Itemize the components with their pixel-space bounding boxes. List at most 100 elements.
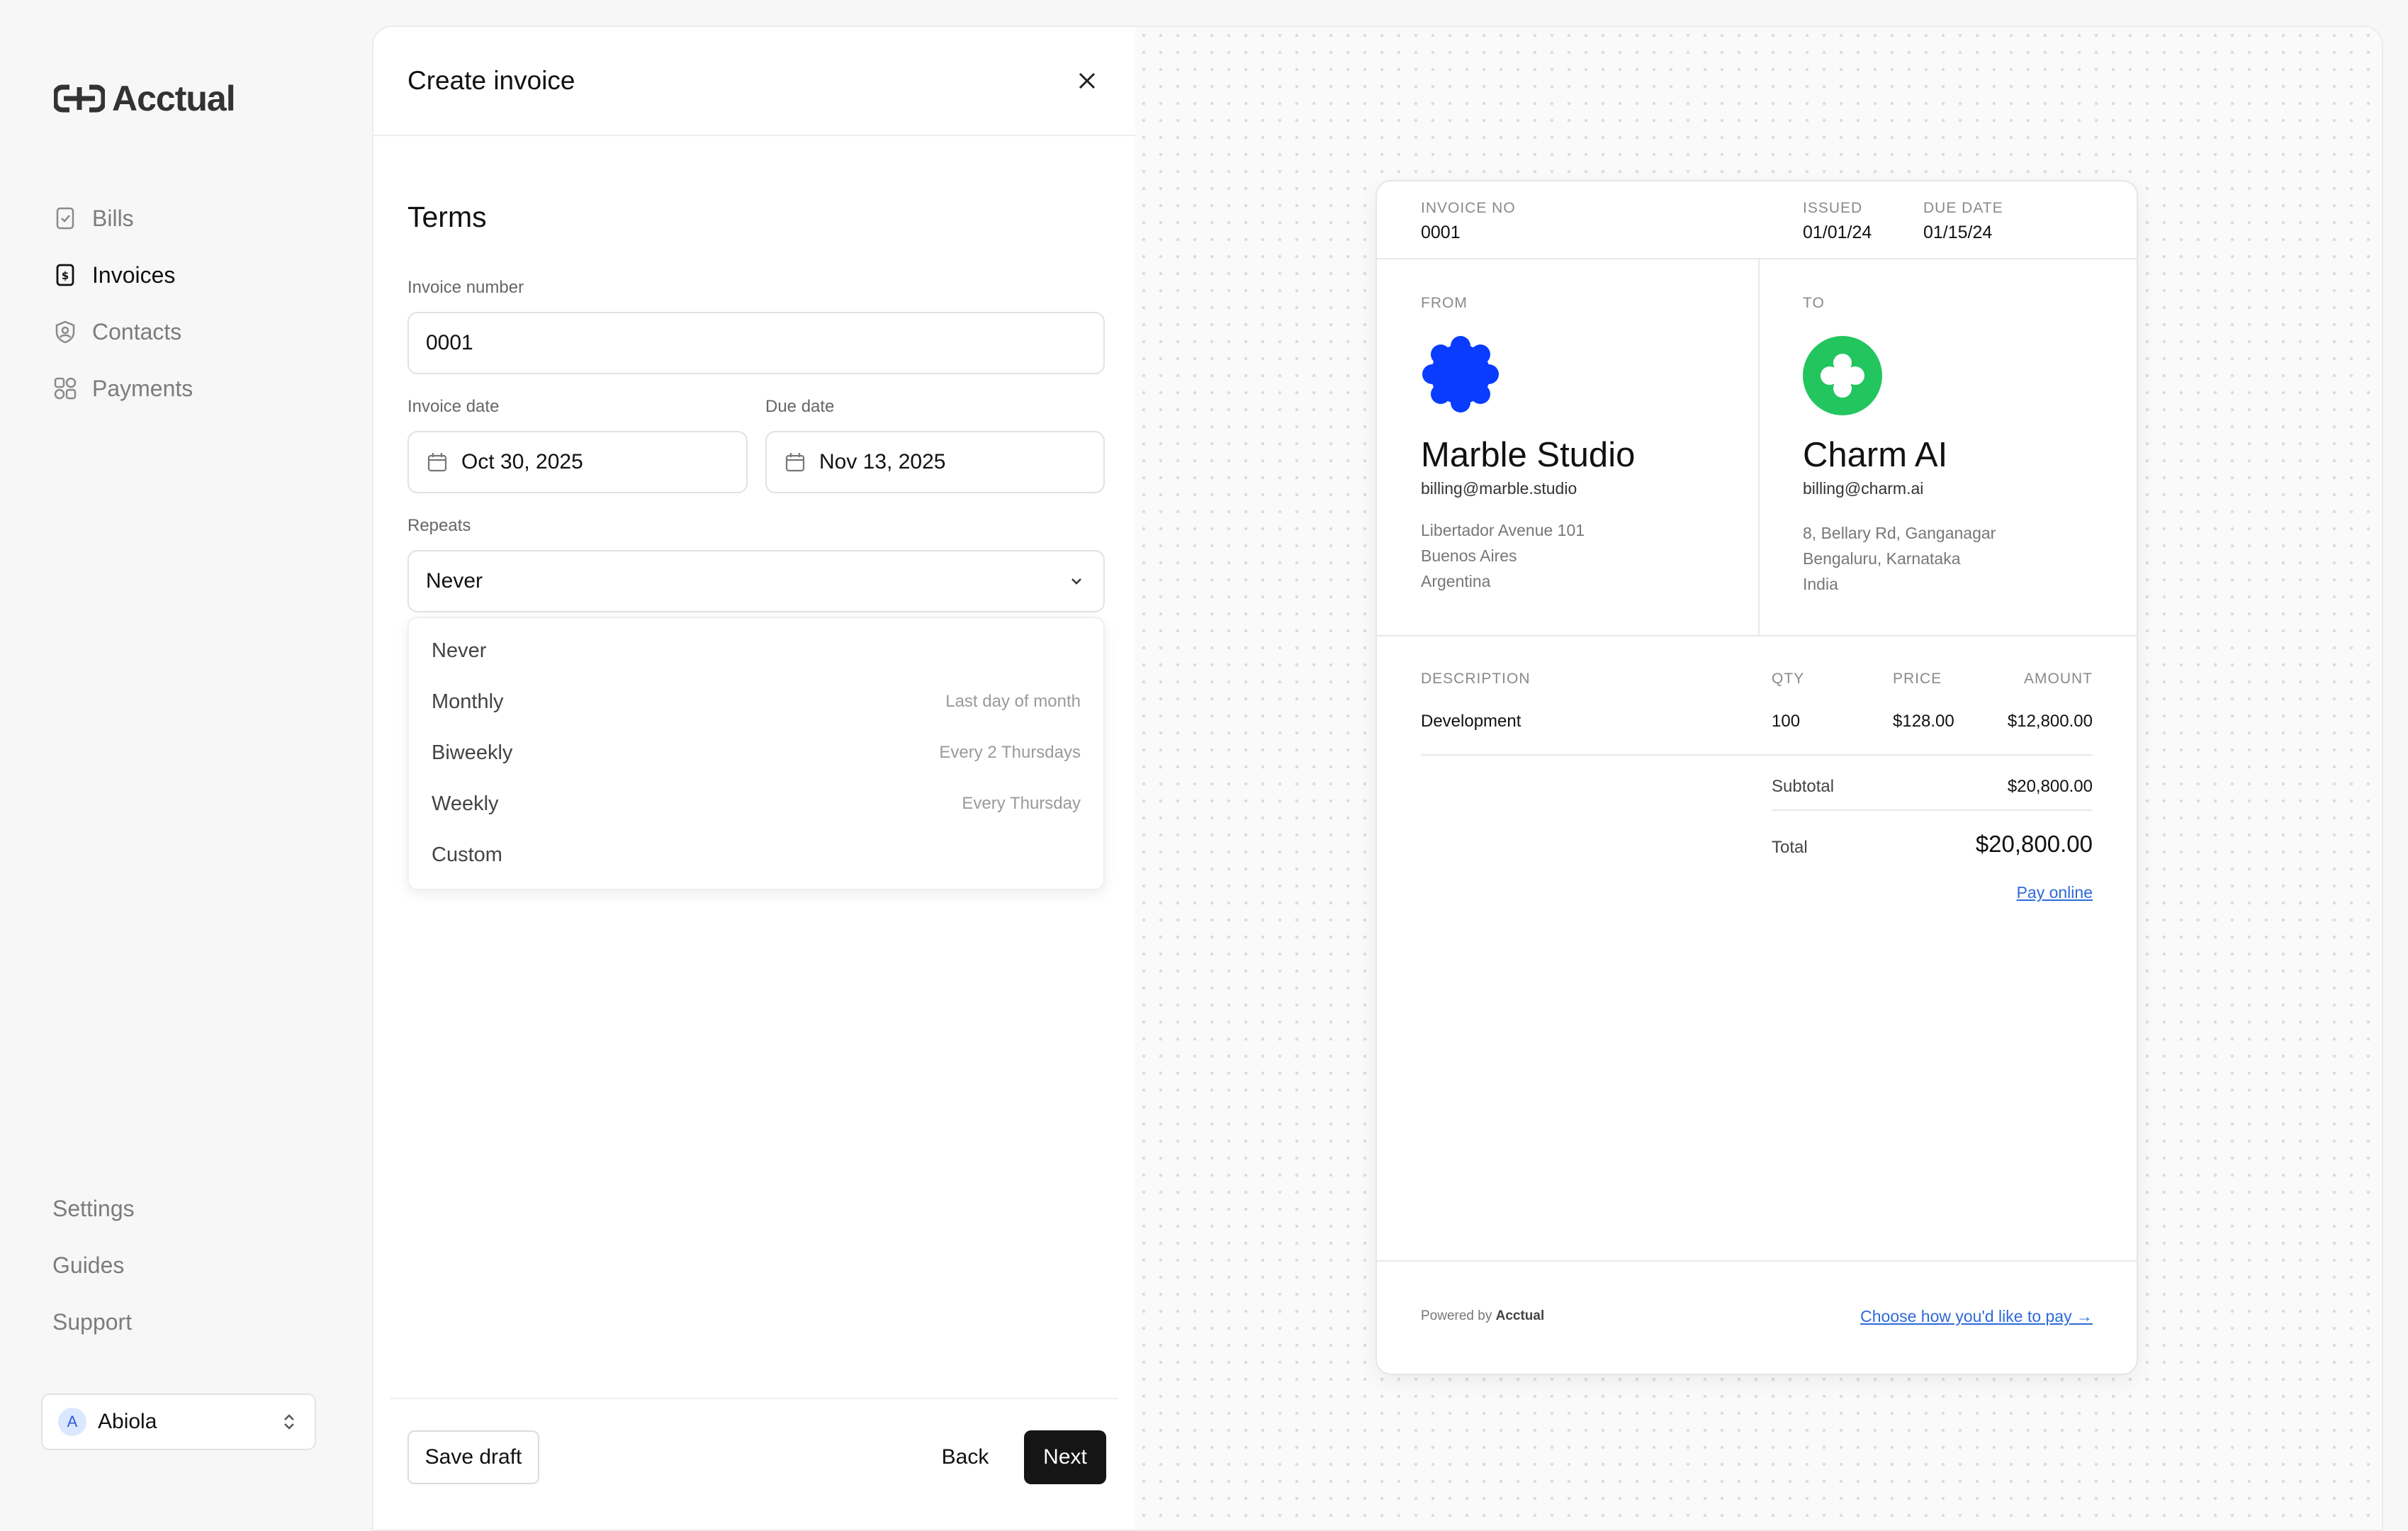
invoice-date-label: Invoice date — [407, 397, 500, 416]
option-hint: Last day of month — [945, 692, 1081, 711]
svg-text:$: $ — [62, 269, 69, 282]
repeats-select[interactable]: Never — [407, 550, 1105, 612]
row-price: $128.00 — [1893, 712, 1954, 731]
user-switcher[interactable]: A Abiola — [41, 1393, 316, 1450]
divider — [1377, 635, 2137, 636]
chevron-up-down-icon — [284, 1414, 294, 1430]
address-line: India — [1803, 575, 1838, 593]
row-description: Development — [1421, 712, 1521, 731]
due-date-value: Nov 13, 2025 — [819, 450, 946, 473]
contact-icon — [55, 320, 75, 344]
panel-title: Create invoice — [407, 66, 575, 95]
repeats-option-biweekly[interactable]: Biweekly Every 2 Thursdays — [409, 727, 1103, 778]
divider — [1758, 258, 1760, 635]
avatar: A — [58, 1408, 86, 1436]
repeats-value: Never — [426, 569, 483, 593]
sidebar-item-label: Settings — [52, 1195, 135, 1221]
option-label: Biweekly — [432, 741, 513, 764]
pay-online-link[interactable]: Pay online — [2017, 883, 2093, 902]
address-line: Argentina — [1421, 572, 1491, 590]
calendar-icon — [785, 453, 805, 472]
choose-payment-link[interactable]: Choose how you'd like to pay → — [1860, 1307, 2093, 1326]
divider — [1772, 809, 2093, 811]
powered-by-brand: Acctual — [1495, 1308, 1545, 1323]
due-date-field[interactable]: Nov 13, 2025 — [765, 431, 1105, 493]
to-address: 8, Bellary Rd, Ganganagar Bengaluru, Kar… — [1803, 520, 1996, 597]
option-label: Monthly — [432, 690, 504, 713]
sidebar-item-invoices[interactable]: $ Invoices — [52, 247, 193, 303]
powered-by: Powered by Acctual — [1421, 1308, 1544, 1324]
repeats-dropdown-menu: Never Monthly Last day of month Biweekly… — [407, 617, 1105, 890]
app-logo[interactable]: Acctual — [54, 78, 236, 119]
sidebar-bottom-nav: Settings Guides Support — [52, 1180, 135, 1350]
invoice-date-field[interactable]: Oct 30, 2025 — [407, 431, 748, 493]
panel-header: Create invoice — [373, 27, 1135, 136]
issued-value: 01/01/24 — [1803, 223, 1872, 242]
sidebar-item-label: Guides — [52, 1252, 125, 1278]
sidebar-item-label: Payments — [92, 375, 193, 401]
divider — [1377, 1260, 2137, 1262]
to-name: Charm AI — [1803, 436, 1948, 474]
repeats-option-monthly[interactable]: Monthly Last day of month — [409, 676, 1103, 727]
next-button[interactable]: Next — [1024, 1430, 1106, 1484]
subtotal-label: Subtotal — [1772, 777, 1835, 796]
subtotal-value: $20,800.00 — [2007, 777, 2093, 796]
repeats-option-custom[interactable]: Custom — [409, 829, 1103, 880]
sidebar-item-settings[interactable]: Settings — [52, 1180, 135, 1237]
panel-footer-divider — [390, 1398, 1118, 1399]
sidebar-nav: Bills $ Invoices Contacts Payments — [52, 190, 193, 417]
to-email: billing@charm.ai — [1803, 479, 1924, 498]
from-address: Libertador Avenue 101 Buenos Aires Argen… — [1421, 517, 1585, 594]
invoice-date-value: Oct 30, 2025 — [461, 450, 583, 473]
back-button[interactable]: Back — [923, 1430, 1008, 1484]
calendar-icon — [427, 453, 447, 472]
sidebar-item-label: Support — [52, 1308, 133, 1335]
repeats-option-never[interactable]: Never — [409, 625, 1103, 676]
create-invoice-panel: Create invoice Terms Invoice number 0001… — [373, 27, 1135, 1530]
address-line: Buenos Aires — [1421, 546, 1517, 565]
table-header-amount: AMOUNT — [2024, 671, 2093, 687]
issued-label: ISSUED — [1803, 200, 1863, 216]
divider — [1421, 754, 2093, 756]
sidebar-item-guides[interactable]: Guides — [52, 1237, 135, 1294]
from-name: Marble Studio — [1421, 436, 1636, 474]
sidebar-item-payments[interactable]: Payments — [52, 360, 193, 417]
invoice-number-value: 0001 — [426, 331, 473, 354]
total-label: Total — [1772, 838, 1808, 857]
sidebar-item-label: Invoices — [92, 262, 176, 288]
repeats-option-weekly[interactable]: Weekly Every Thursday — [409, 778, 1103, 829]
acctual-logo-icon — [54, 84, 105, 113]
divider — [1377, 258, 2137, 259]
from-email: billing@marble.studio — [1421, 479, 1577, 498]
sidebar-item-bills[interactable]: Bills — [52, 190, 193, 247]
app-name: Acctual — [112, 79, 236, 118]
address-line: Libertador Avenue 101 — [1421, 521, 1585, 539]
sidebar-item-label: Contacts — [92, 318, 182, 344]
option-label: Custom — [432, 843, 502, 866]
invoice-preview: INVOICE NO 0001 ISSUED 01/01/24 DUE DATE… — [1375, 180, 2138, 1375]
table-header-description: DESCRIPTION — [1421, 671, 1531, 687]
charm-ai-logo-icon — [1803, 336, 1882, 415]
to-label: TO — [1803, 295, 1825, 311]
user-name: Abiola — [98, 1410, 157, 1433]
row-amount: $12,800.00 — [2007, 712, 2093, 731]
invoice-number-label: Invoice number — [407, 278, 524, 297]
sidebar-item-label: Bills — [92, 205, 134, 231]
sidebar-item-contacts[interactable]: Contacts — [52, 303, 193, 360]
invoice-number-input[interactable]: 0001 — [407, 312, 1105, 374]
row-qty: 100 — [1772, 712, 1801, 731]
total-value: $20,800.00 — [1975, 831, 2093, 857]
section-title: Terms — [407, 201, 487, 233]
invoice-no-value: 0001 — [1421, 223, 1461, 242]
due-date-label: DUE DATE — [1923, 200, 2003, 216]
due-date-label: Due date — [765, 397, 835, 416]
close-icon[interactable] — [1073, 67, 1101, 95]
option-hint: Every 2 Thursdays — [939, 743, 1081, 762]
address-line: Bengaluru, Karnataka — [1803, 549, 1961, 568]
save-draft-button[interactable]: Save draft — [407, 1430, 539, 1484]
option-hint: Every Thursday — [962, 794, 1081, 813]
marble-studio-logo-icon — [1422, 336, 1499, 413]
option-label: Never — [432, 639, 487, 662]
payments-icon — [54, 377, 77, 400]
sidebar-item-support[interactable]: Support — [52, 1294, 135, 1350]
